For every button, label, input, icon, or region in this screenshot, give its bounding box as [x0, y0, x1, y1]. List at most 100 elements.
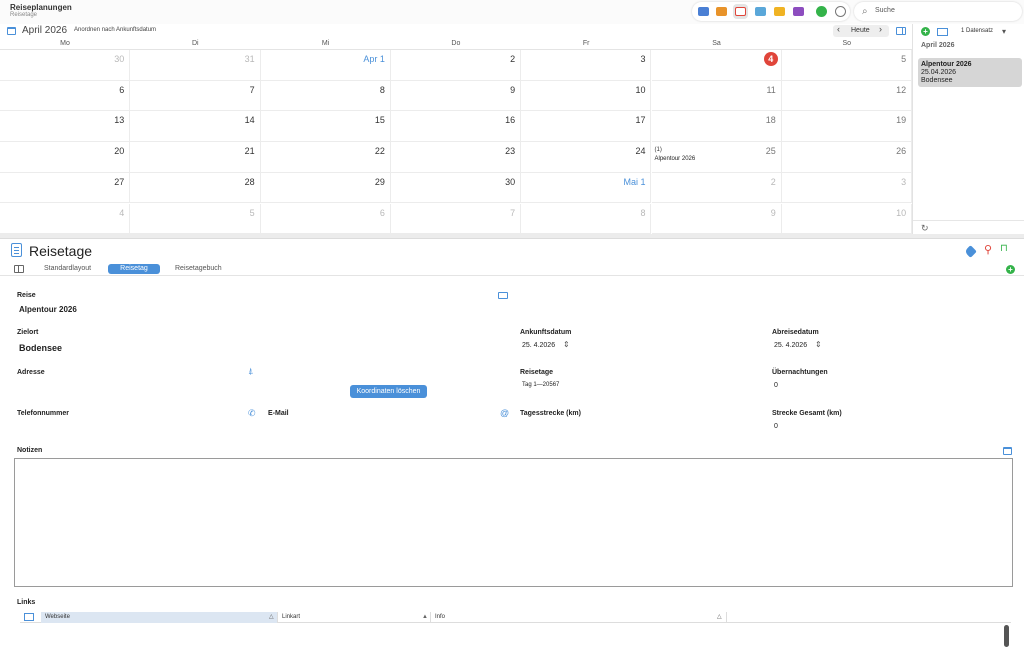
calendar-day-cell[interactable]: 19 [781, 111, 913, 143]
map-view-icon[interactable] [755, 7, 766, 16]
calendar-day-cell[interactable]: 30 [390, 172, 522, 204]
reise-value[interactable]: Alpentour 2026 [19, 305, 77, 314]
table-settings-icon[interactable] [24, 613, 34, 621]
lock-icon[interactable]: ⊓ [1000, 243, 1008, 254]
calendar-day-cell[interactable]: 25 (1) Alpentour 2026 [651, 142, 782, 173]
calendar-day-cell[interactable]: 14 [130, 111, 261, 143]
add-record-button[interactable]: + [921, 27, 930, 36]
add-layout-button[interactable]: + [1006, 265, 1015, 274]
tab-reisetag[interactable]: Reisetag [108, 264, 160, 274]
list-view-icon[interactable] [937, 28, 948, 36]
uebernachtungen-value[interactable]: 0 [774, 382, 778, 389]
settings-icon[interactable] [835, 6, 846, 17]
tab-standardlayout[interactable]: Standardlayout [44, 264, 104, 274]
calendar-day-cell[interactable]: 18 [651, 111, 782, 143]
calendar-day-cell[interactable]: 7 [390, 203, 522, 235]
location-icon[interactable]: ⍋ [248, 366, 253, 377]
sort-linkart-icon[interactable]: ▲ [422, 612, 428, 623]
calendar-day-cell[interactable]: 16 [390, 111, 522, 143]
calendar-event[interactable]: Alpentour 2026 [655, 156, 696, 162]
calendar-day-cell[interactable]: 9 [390, 80, 522, 112]
calendar-day-cell[interactable]: 8 [521, 203, 652, 235]
calendar-day-cell[interactable]: 4 [0, 203, 131, 235]
share-icon[interactable] [816, 6, 827, 17]
calendar-day-cell[interactable]: 8 [260, 80, 391, 112]
notes-calendar-icon[interactable] [1003, 447, 1012, 455]
layout-sidebar-icon[interactable] [14, 265, 24, 273]
clear-coordinates-button[interactable]: Koordinaten löschen [350, 385, 427, 398]
record-list-item[interactable]: Alpentour 2026 25.04.2026 Bodensee [918, 58, 1022, 87]
calendar-day-cell[interactable]: 3 [521, 50, 652, 81]
calendar-day-cell[interactable]: 26 [781, 142, 913, 173]
calendar-day-cell[interactable]: 24 [521, 142, 652, 173]
tab-reisetagebuch[interactable]: Reisetagebuch [175, 264, 235, 274]
ankunft-value[interactable]: 25. 4.2026 [522, 342, 555, 349]
day-number: 25 [765, 146, 776, 157]
strecke-gesamt-value[interactable]: 0 [774, 423, 778, 430]
column-webseite[interactable]: Webseite [41, 612, 278, 623]
calendar-day-cell[interactable]: 15 [260, 111, 391, 143]
chart-view-icon[interactable] [793, 7, 804, 16]
day-number: 8 [640, 207, 646, 218]
search-field[interactable]: ⌕ Suche [854, 2, 1022, 21]
abreise-stepper[interactable]: ⇕ [815, 340, 822, 349]
calendar-day-cell[interactable]: 13 [0, 111, 131, 143]
calendar-day-cell[interactable]: 21 [130, 142, 261, 173]
calendar-day-cell[interactable]: 3 [781, 172, 913, 204]
calendar-day-cell[interactable]: 11 [651, 80, 782, 112]
calendar-day-cell[interactable]: Apr 1 [260, 50, 391, 81]
calendar-day-cell[interactable]: 5 [130, 203, 261, 235]
zielort-value[interactable]: Bodensee [19, 343, 62, 353]
calendar-day-cell[interactable]: 10 [781, 203, 913, 235]
calendar-navigation: ‹ Heute › [833, 24, 889, 37]
calendar-day-cell[interactable]: 22 [260, 142, 391, 173]
pin-icon[interactable]: ⚲ [984, 243, 992, 256]
weekday-so: So [842, 40, 852, 47]
calendar-view-icon[interactable] [735, 7, 746, 16]
sort-order-label[interactable]: Anordnen nach Ankunftsdatum [74, 27, 156, 33]
card-icon[interactable] [498, 292, 508, 299]
sidebar-menu-icon[interactable]: ▾ [1002, 27, 1006, 36]
calendar-day-cell[interactable]: 6 [260, 203, 391, 235]
sort-webseite-icon[interactable]: △ [269, 612, 274, 623]
column-info[interactable]: Info [431, 612, 727, 623]
links-scrollbar[interactable] [1004, 625, 1009, 647]
email-icon[interactable]: @ [500, 408, 509, 418]
cards-view-icon[interactable] [698, 7, 709, 16]
calendar-day-cell[interactable]: 2 [390, 50, 522, 81]
calendar-day-cell[interactable]: 7 [130, 80, 261, 112]
notes-textarea[interactable] [14, 458, 1013, 587]
sort-info-icon[interactable]: △ [717, 612, 722, 623]
calendar-day-cell[interactable]: 5 [781, 50, 913, 81]
chevron-right-icon[interactable]: › [879, 24, 882, 34]
calendar-day-cell[interactable]: 30 [0, 50, 131, 81]
sidebar-toggle-icon[interactable] [896, 27, 906, 35]
calendar-day-cell[interactable]: 2 [651, 172, 782, 204]
calendar-day-cell[interactable]: 10 [521, 80, 652, 112]
ankunft-stepper[interactable]: ⇕ [563, 340, 570, 349]
calendar-day-cell[interactable]: Mai 1 [521, 172, 652, 204]
chevron-left-icon[interactable]: ‹ [837, 24, 840, 34]
today-button[interactable]: Heute [851, 27, 870, 34]
table-view-icon[interactable] [716, 7, 727, 16]
calendar-day-cell[interactable]: 27 [0, 172, 131, 204]
calendar-day-cell[interactable]: 28 [130, 172, 261, 204]
abreise-value[interactable]: 25. 4.2026 [774, 342, 807, 349]
column-linkart[interactable]: Linkart [278, 612, 431, 623]
phone-icon[interactable]: ✆ [248, 408, 256, 419]
calendar-day-cell[interactable]: 31 [130, 50, 261, 81]
calendar-day-cell[interactable]: 12 [781, 80, 913, 112]
calendar-day-cell[interactable]: 9 [651, 203, 782, 235]
tag-icon[interactable] [964, 245, 977, 258]
refresh-icon[interactable]: ↻ [921, 223, 929, 234]
today-marker: 4 [763, 52, 778, 66]
calendar-day-cell[interactable]: 20 [0, 142, 131, 173]
layout-tabs: Standardlayout Reisetag Reisetagebuch + [0, 262, 1024, 276]
calendar-icon [7, 27, 16, 35]
calendar-day-cell[interactable]: 29 [260, 172, 391, 204]
calendar-day-cell[interactable]: 6 [0, 80, 131, 112]
calendar-day-cell[interactable]: 4 [651, 50, 782, 81]
calendar-day-cell[interactable]: 23 [390, 142, 522, 173]
gallery-view-icon[interactable] [774, 7, 785, 16]
calendar-day-cell[interactable]: 17 [521, 111, 652, 143]
